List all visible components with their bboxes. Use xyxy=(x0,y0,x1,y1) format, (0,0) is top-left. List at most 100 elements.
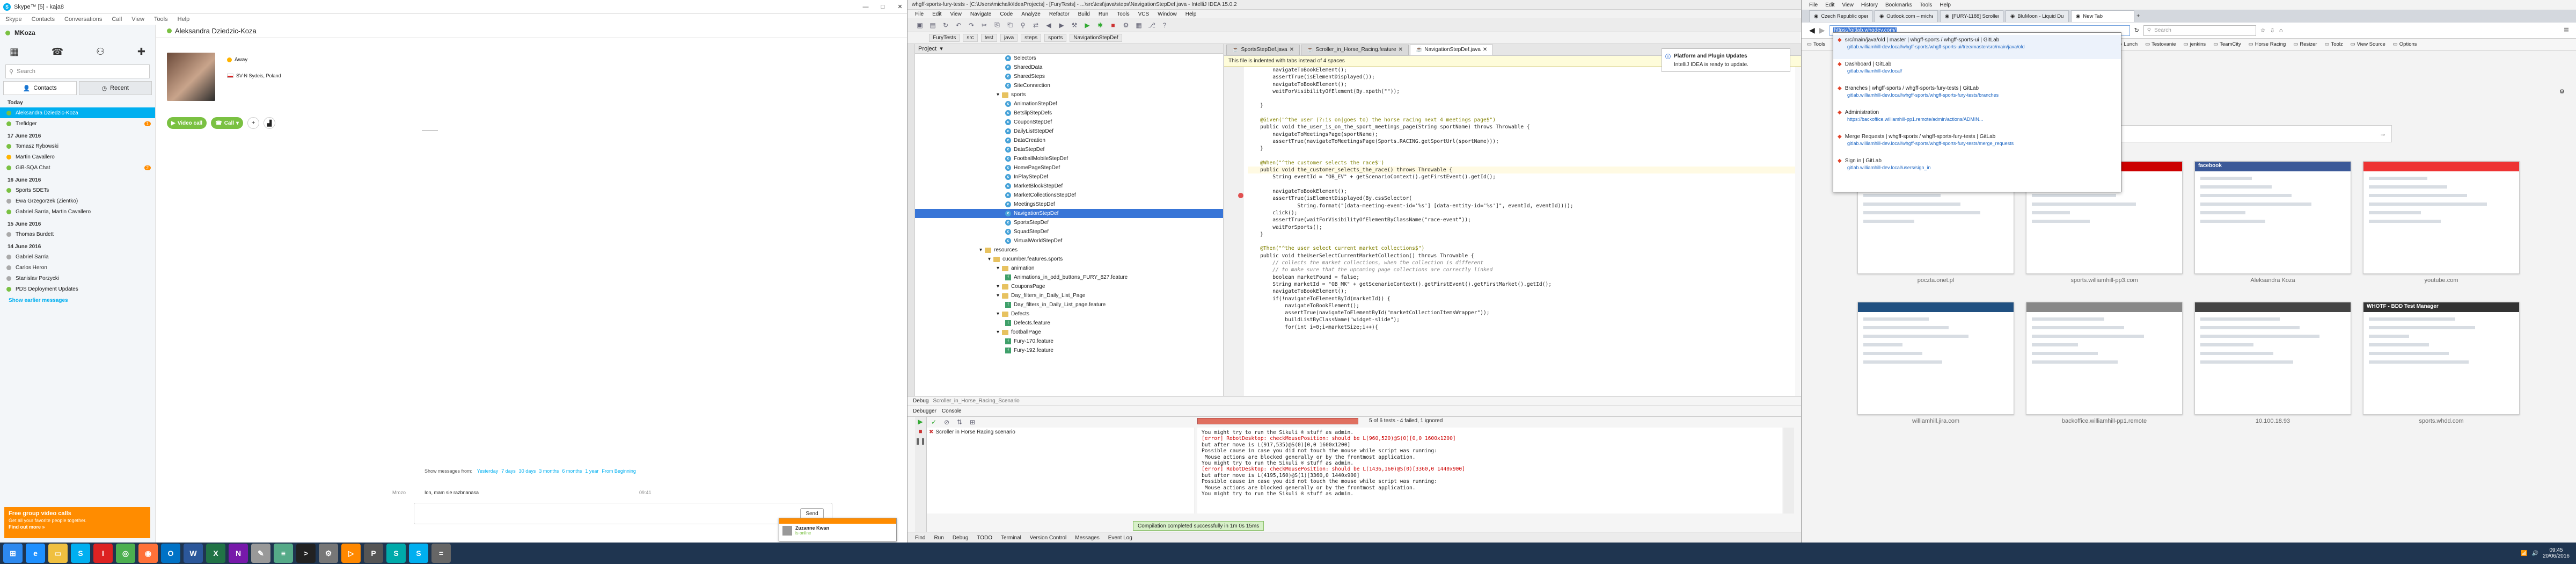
tool-window-tab[interactable]: Messages xyxy=(1075,535,1100,541)
online-toast[interactable]: Zuzanne Kwan is online xyxy=(779,518,897,541)
download-icon[interactable]: ⇩ xyxy=(2270,27,2275,34)
add-contact-icon[interactable]: ✚ xyxy=(137,46,145,57)
redo-icon[interactable]: ↷ xyxy=(967,20,976,30)
chrome-icon[interactable]: ◎ xyxy=(116,544,135,563)
breadcrumb-item[interactable]: NavigationStepDef xyxy=(1070,34,1122,42)
menu-item-code[interactable]: Code xyxy=(1000,11,1013,17)
test-tree-root[interactable]: ✖ Scroller in Horse Racing scenario xyxy=(927,428,1195,436)
ie-icon[interactable]: e xyxy=(26,544,45,563)
minimize-button[interactable]: — xyxy=(859,4,873,10)
bookmark-item[interactable]: ▭ Options xyxy=(2393,41,2417,47)
back-icon[interactable]: ◀ xyxy=(1809,26,1815,35)
menu-item-run[interactable]: Run xyxy=(1099,11,1108,17)
bookmark-item[interactable]: ▭ Toolz xyxy=(2324,41,2343,47)
editor-tab[interactable]: ☕ SportsStepDef.java ✕ xyxy=(1226,44,1300,55)
explorer-icon[interactable]: ▭ xyxy=(48,544,68,563)
show-earlier-link[interactable]: Show earlier messages xyxy=(0,298,155,303)
stop-icon[interactable]: ■ xyxy=(1108,20,1118,30)
new-tab-icon[interactable]: + xyxy=(2136,13,2140,19)
run-icon[interactable]: ▶ xyxy=(1082,20,1092,30)
menu-icon[interactable]: ☰ xyxy=(2564,27,2569,34)
breadcrumb-item[interactable]: java xyxy=(1000,34,1018,42)
gear-icon[interactable]: ⚙ xyxy=(2559,88,2569,98)
list-item[interactable]: Thomas Burdett xyxy=(0,229,155,240)
rerun-icon[interactable]: ▶ xyxy=(915,417,926,426)
menu-item-help[interactable]: Help xyxy=(1940,2,1951,8)
tile[interactable]: backoffice.williamhill-pp1.remote xyxy=(2026,302,2183,424)
close-button[interactable]: ✕ xyxy=(893,3,907,10)
expand-icon[interactable]: ⊞ xyxy=(968,417,977,427)
tab-recent[interactable]: ◷ Recent xyxy=(78,81,152,95)
breadcrumb-item[interactable]: steps xyxy=(1021,34,1042,42)
tree-item[interactable]: c VirtualWorldStepDef xyxy=(915,236,1223,245)
tree-item[interactable]: c SiteConnection xyxy=(915,81,1223,90)
expand-arrow-icon[interactable]: ▾ xyxy=(997,311,999,317)
tree-item[interactable]: f Defects.feature xyxy=(915,319,1223,328)
notepad-icon[interactable]: ≡ xyxy=(274,544,293,563)
debug-icon[interactable]: ✱ xyxy=(1095,20,1105,30)
tile[interactable]: facebook Aleksandra Koza xyxy=(2194,161,2351,284)
undo-icon[interactable]: ↶ xyxy=(954,20,963,30)
filter-icon[interactable]: ⊘ xyxy=(942,417,952,427)
list-item[interactable]: Carlos Heron xyxy=(0,262,155,273)
settings-icon[interactable]: ⚙ xyxy=(319,544,338,563)
bookmark-item[interactable]: ▭ Testovanie xyxy=(2145,41,2176,47)
browser-tab[interactable]: ◉ New Tab xyxy=(2071,10,2134,22)
refresh-icon[interactable]: ↻ xyxy=(941,20,950,30)
tree-item[interactable]: c Selectors xyxy=(915,54,1223,63)
autocomplete-item[interactable]: ◆ Sign in | GitLab gitlab.williamhill-dev.… xyxy=(1833,156,2121,180)
tree-item[interactable]: f Fury-192.feature xyxy=(915,346,1223,355)
bookmark-item[interactable]: ▭ TeamCity xyxy=(2213,41,2241,47)
home-icon[interactable]: ⌂ xyxy=(2279,27,2283,34)
find-icon[interactable]: ⚲ xyxy=(1018,20,1028,30)
paste-icon[interactable]: ⎗ xyxy=(1005,20,1015,30)
profile-row[interactable]: MKoza xyxy=(0,25,155,41)
tool-window-tab[interactable]: Debug xyxy=(953,535,968,541)
tree-item[interactable]: ▾ CouponsPage xyxy=(915,282,1223,291)
tree-item[interactable]: ▾ sports xyxy=(915,90,1223,99)
outlook-icon[interactable]: O xyxy=(161,544,180,563)
arrow-right-icon[interactable]: → xyxy=(2380,130,2386,138)
menu-item-help[interactable]: Help xyxy=(1185,11,1197,17)
save-icon[interactable]: ▤ xyxy=(928,20,938,30)
menu-item-tools[interactable]: Tools xyxy=(1117,11,1129,17)
tool-window-tab[interactable]: Find xyxy=(915,535,925,541)
stats-button[interactable]: ▟ xyxy=(264,117,276,129)
expand-arrow-icon[interactable]: ▾ xyxy=(979,247,982,253)
menu-item-tools[interactable]: Tools xyxy=(154,16,168,23)
grid-icon[interactable]: ▦ xyxy=(10,46,19,57)
expand-arrow-icon[interactable]: ▾ xyxy=(997,92,999,98)
tree-item[interactable]: c DailyListStepDef xyxy=(915,127,1223,136)
tree-item[interactable]: ▾ footballPage xyxy=(915,328,1223,337)
message-filter-link[interactable]: 3 months xyxy=(539,468,559,474)
close-icon[interactable]: ✕ xyxy=(1290,47,1294,53)
expand-arrow-icon[interactable]: ▾ xyxy=(988,256,991,262)
check-icon[interactable]: ✓ xyxy=(929,417,939,427)
onenote-icon[interactable]: N xyxy=(229,544,248,563)
close-icon[interactable]: ✕ xyxy=(1483,47,1487,53)
send-button[interactable]: Send xyxy=(800,508,824,519)
tree-item[interactable]: ▾ animation xyxy=(915,264,1223,273)
firefox-icon[interactable]: ◉ xyxy=(138,544,158,563)
tree-item[interactable]: f Animations_in_odd_buttons_FURY_827.feat… xyxy=(915,273,1223,282)
compile-balloon[interactable]: Compilation completed successfully in 1m… xyxy=(1133,521,1264,531)
pause-icon[interactable]: ❚❚ xyxy=(915,436,926,446)
splitter-handle[interactable] xyxy=(422,130,438,131)
bookmark-item[interactable]: ▭ Resizer xyxy=(2293,41,2317,47)
wifi-icon[interactable]: 📶 xyxy=(2521,551,2527,556)
tree-item[interactable]: c HomePageStepDef xyxy=(915,163,1223,172)
chevron-down-icon[interactable]: ▾ xyxy=(940,45,943,52)
stop-icon[interactable]: ■ xyxy=(915,426,926,436)
list-item[interactable]: PDS Deployment Updates xyxy=(0,284,155,294)
vcs-icon[interactable]: ⎇ xyxy=(1147,20,1157,30)
sikuli-icon[interactable]: S xyxy=(386,544,406,563)
add-button[interactable]: + xyxy=(247,117,260,129)
list-item[interactable]: Gabriel Sarria xyxy=(0,251,155,262)
tile[interactable]: youtube.com xyxy=(2363,161,2520,284)
menu-item-edit[interactable]: Edit xyxy=(1825,2,1834,8)
excel-icon[interactable]: X xyxy=(206,544,225,563)
expand-arrow-icon[interactable]: ▾ xyxy=(997,265,999,271)
bookmark-item[interactable]: ▭ Tools xyxy=(1807,41,1825,47)
tree-item[interactable]: c NavigationStepDef xyxy=(915,209,1223,218)
breadcrumb-item[interactable]: test xyxy=(980,34,997,42)
